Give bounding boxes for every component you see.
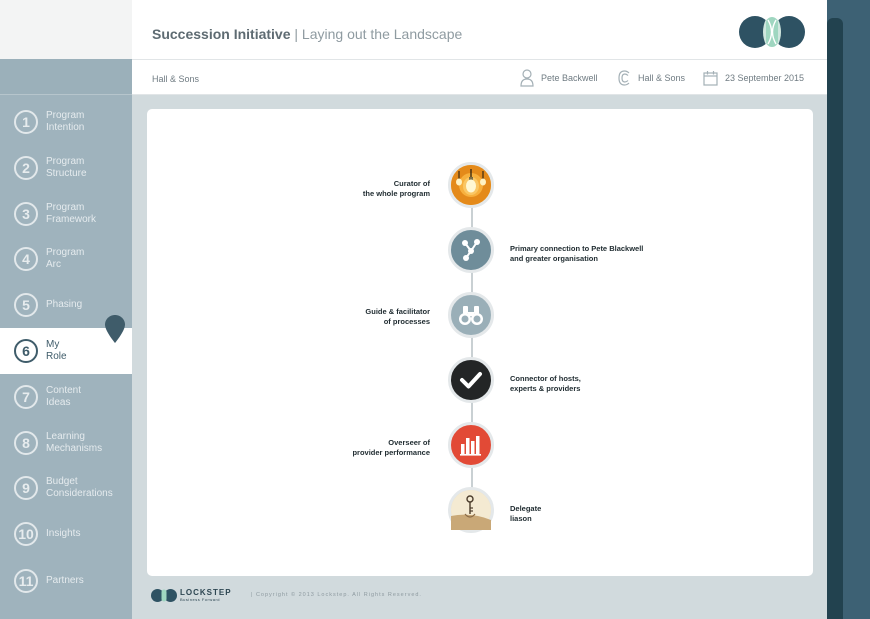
step-number: 11 — [14, 569, 38, 593]
sidebar: 1 Program Intention 2 Program Structure … — [0, 0, 132, 619]
page-title-main: Succession Initiative — [152, 26, 291, 42]
checkmark-icon — [460, 372, 482, 389]
current-date: 23 September 2015 — [725, 73, 805, 83]
client-info[interactable]: Hall & Sons — [618, 68, 685, 88]
bar-chart-icon — [460, 436, 481, 456]
page-title-subtitle: Laying out the Landscape — [301, 26, 463, 42]
user-icon — [520, 69, 534, 87]
sidebar-item-label: Program Framework — [46, 202, 97, 225]
window-edge — [827, 18, 843, 619]
sidebar-item-program-arc[interactable]: 4 Program Arc — [0, 236, 132, 282]
step-number: 9 — [14, 476, 38, 500]
sidebar-item-program-framework[interactable]: 3 Program Framework — [0, 191, 132, 237]
client-logo-icon — [618, 70, 630, 86]
sidebar-item-label: My Role — [46, 339, 67, 362]
sidebar-item-label: Program Intention — [46, 110, 85, 133]
step-number: 5 — [14, 293, 38, 317]
location-pin-icon — [105, 315, 125, 343]
role-label-primary-connection: Primary connection to Pete Blackwell and… — [510, 244, 644, 263]
network-icon — [462, 239, 480, 261]
step-number: 3 — [14, 202, 38, 226]
role-node-overseer[interactable] — [448, 422, 494, 468]
step-number: 6 — [14, 339, 38, 363]
sidebar-item-label: Insights — [46, 528, 81, 539]
sidebar-item-budget-considerations[interactable]: 9 Budget Considerations — [0, 465, 132, 511]
subheader: Hall & Sons Pete Backwell Hall & Sons 23… — [132, 59, 827, 95]
app-logo-icon — [739, 16, 805, 48]
role-node-guide[interactable] — [448, 292, 494, 338]
role-label-guide: Guide & facilitator of processes — [365, 307, 430, 326]
header: Succession Initiative | Laying out the L… — [132, 0, 827, 59]
sidebar-item-label: Partners — [46, 575, 84, 586]
step-number: 7 — [14, 385, 38, 409]
sidebar-item-label: Program Arc — [46, 247, 85, 270]
sidebar-item-partners[interactable]: 11 Partners — [0, 558, 132, 604]
sidebar-item-insights[interactable]: 10 Insights — [0, 511, 132, 557]
date-info[interactable]: 23 September 2015 — [703, 68, 804, 88]
step-number: 4 — [14, 247, 38, 271]
calendar-icon — [703, 71, 718, 86]
footer-brand: LOCKSTEP — [180, 588, 232, 597]
sidebar-subheader — [0, 59, 132, 95]
step-number: 1 — [14, 110, 38, 134]
lockstep-logo-icon — [151, 589, 177, 602]
role-node-connector[interactable] — [448, 357, 494, 403]
sidebar-item-label: Learning Mechanisms — [46, 431, 103, 454]
step-number: 10 — [14, 522, 38, 546]
user-name: Pete Backwell — [541, 73, 598, 83]
lightbulb-icon — [451, 165, 491, 205]
role-label-delegate: Delegate liason — [510, 504, 542, 523]
sidebar-item-label: Budget Considerations — [46, 476, 113, 499]
footer-tagline: Business Forward — [180, 597, 221, 602]
sidebar-item-label: Phasing — [46, 299, 83, 310]
page-title-separator: | — [290, 26, 302, 42]
step-number: 2 — [14, 156, 38, 180]
key-icon — [451, 490, 491, 530]
sidebar-item-learning-mechanisms[interactable]: 8 Learning Mechanisms — [0, 420, 132, 466]
footer-logo: LOCKSTEP Business Forward — [151, 587, 241, 605]
role-node-curator[interactable] — [448, 162, 494, 208]
page-title: Succession Initiative | Laying out the L… — [152, 26, 462, 42]
step-number: 8 — [14, 431, 38, 455]
sidebar-item-program-structure[interactable]: 2 Program Structure — [0, 145, 132, 191]
sidebar-item-program-intention[interactable]: 1 Program Intention — [0, 99, 132, 145]
role-label-overseer: Overseer of provider performance — [352, 438, 430, 457]
sidebar-item-label: Content Ideas — [46, 385, 82, 408]
client-name: Hall & Sons — [638, 73, 686, 83]
sidebar-item-content-ideas[interactable]: 7 Content Ideas — [0, 374, 132, 420]
role-node-delegate[interactable] — [448, 487, 494, 533]
binoculars-icon — [459, 306, 483, 325]
sidebar-top — [0, 0, 132, 59]
company-name: Hall & Sons — [152, 74, 200, 84]
sidebar-item-label: Program Structure — [46, 156, 87, 179]
user-info[interactable]: Pete Backwell — [520, 68, 598, 88]
copyright-text: | Copyright © 2013 Lockstep. All Rights … — [251, 592, 422, 598]
role-label-curator: Curator of the whole program — [362, 179, 430, 198]
role-node-primary-connection[interactable] — [448, 227, 494, 273]
role-label-connector: Connector of hosts, experts & providers — [510, 374, 581, 393]
